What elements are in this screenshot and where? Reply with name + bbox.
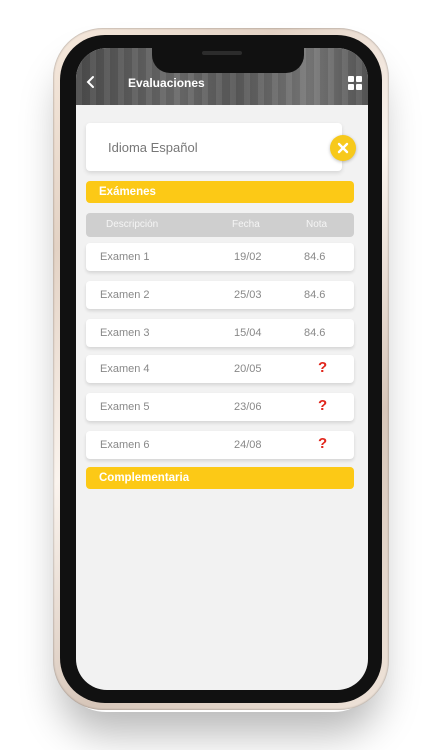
table-row[interactable]: Examen 5 23/06 ? (86, 393, 354, 421)
row-description: Examen 4 (100, 363, 150, 375)
row-description: Examen 2 (100, 289, 150, 301)
row-date: 20/05 (234, 363, 262, 375)
course-card: Idioma Español (86, 123, 342, 171)
row-description: Examen 1 (100, 251, 150, 263)
grid-icon[interactable] (348, 76, 362, 90)
column-header-grade: Nota (306, 219, 328, 230)
pending-grade-icon: ? (318, 397, 328, 414)
pending-grade-icon: ? (318, 435, 328, 452)
table-header: Descripción Fecha Nota (86, 213, 354, 237)
complementary-section-bar[interactable]: Complementaria (86, 467, 354, 489)
row-description: Examen 5 (100, 401, 150, 413)
phone-notch (152, 43, 304, 73)
table-row[interactable]: Examen 1 19/02 84.6 (86, 243, 354, 271)
row-date: 24/08 (234, 439, 262, 451)
page-title: Evaluaciones (128, 76, 205, 90)
close-button[interactable] (330, 135, 356, 161)
chevron-left-icon[interactable] (86, 75, 96, 89)
row-date: 19/02 (234, 251, 262, 263)
row-grade: 84.6 (304, 251, 326, 263)
pending-grade-icon: ? (318, 359, 328, 376)
complementary-section-label: Complementaria (99, 472, 190, 484)
row-date: 25/03 (234, 289, 262, 301)
exams-section-bar[interactable]: Exámenes (86, 181, 354, 203)
close-icon (337, 142, 349, 154)
row-description: Examen 6 (100, 439, 150, 451)
row-date: 23/06 (234, 401, 262, 413)
table-row[interactable]: Examen 4 20/05 ? (86, 355, 354, 383)
table-row[interactable]: Examen 6 24/08 ? (86, 431, 354, 459)
row-date: 15/04 (234, 327, 262, 339)
row-grade: 84.6 (304, 327, 326, 339)
phone-speaker (202, 51, 242, 55)
course-name: Idioma Español (108, 140, 198, 155)
row-grade: 84.6 (304, 289, 326, 301)
app-screen: Evaluaciones Idioma Español Exámenes Des… (76, 48, 368, 690)
column-header-description: Descripción (106, 219, 159, 230)
column-header-date: Fecha (232, 219, 260, 230)
table-row[interactable]: Examen 2 25/03 84.6 (86, 281, 354, 309)
table-row[interactable]: Examen 3 15/04 84.6 (86, 319, 354, 347)
row-description: Examen 3 (100, 327, 150, 339)
exams-section-label: Exámenes (99, 186, 156, 198)
